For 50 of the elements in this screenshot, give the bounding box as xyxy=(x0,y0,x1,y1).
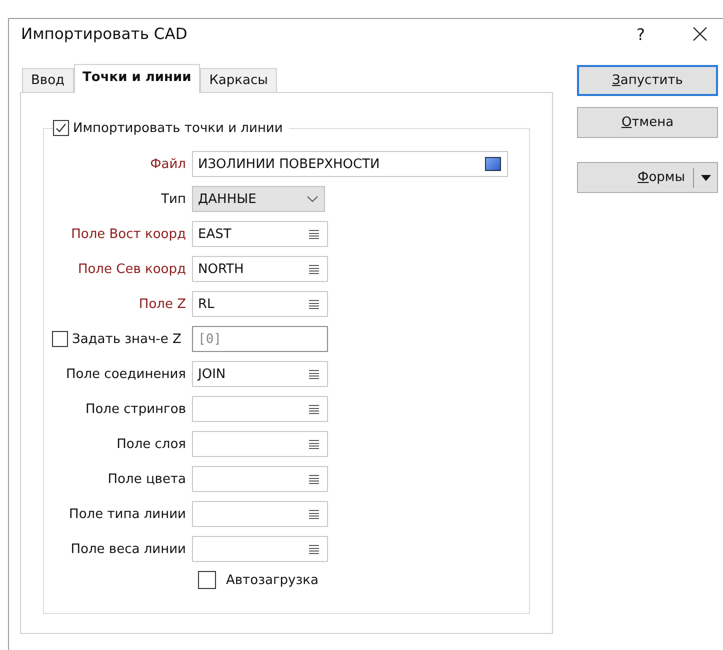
forms-button[interactable]: Формы xyxy=(577,162,718,193)
field-label: Поле цвета xyxy=(108,472,186,486)
field-input[interactable] xyxy=(192,536,328,562)
field-label: Поле стрингов xyxy=(85,402,186,416)
tab[interactable]: Ввод xyxy=(22,68,74,92)
list-icon[interactable] xyxy=(309,474,319,484)
checkbox[interactable] xyxy=(52,331,68,347)
tab[interactable]: Каркасы xyxy=(200,68,277,92)
checkbox[interactable] xyxy=(198,571,216,589)
list-icon[interactable] xyxy=(309,510,319,518)
field-input[interactable] xyxy=(192,466,328,492)
list-icon[interactable] xyxy=(309,370,319,378)
list-icon[interactable] xyxy=(309,440,319,448)
list-icon[interactable] xyxy=(309,544,319,554)
dialog-button[interactable]: Отмена xyxy=(577,107,718,138)
field-label: Поле соединения xyxy=(66,366,186,382)
file-field[interactable]: ИЗОЛИНИИ ПОВЕРХНОСТИ xyxy=(192,151,508,177)
window-title: Импортировать CAD xyxy=(21,25,188,43)
field-input[interactable]: NORTH xyxy=(192,256,328,282)
field-input[interactable] xyxy=(192,396,328,422)
z-value-field[interactable]: [0] xyxy=(192,326,328,352)
dropdown-arrow-icon[interactable] xyxy=(701,174,711,180)
field-input[interactable]: RL xyxy=(192,291,328,317)
field-input[interactable]: EAST xyxy=(192,221,328,247)
field-input[interactable]: JOIN xyxy=(192,361,328,387)
list-icon[interactable] xyxy=(309,230,319,238)
dialog-button[interactable]: Запустить xyxy=(577,65,718,96)
field-input[interactable] xyxy=(192,431,328,457)
field-label: Поле веса линии xyxy=(70,542,186,556)
field-input[interactable] xyxy=(192,501,328,527)
checkbox-label: Автозагрузка xyxy=(226,572,318,588)
file-browse-icon[interactable] xyxy=(485,157,501,171)
close-icon[interactable] xyxy=(693,27,707,41)
field-label: Поле типа линии xyxy=(69,506,186,522)
list-icon[interactable] xyxy=(309,404,319,414)
help-button[interactable]: ? xyxy=(636,24,645,44)
chevron-icon xyxy=(307,196,318,202)
field-label: Поле слоя xyxy=(116,436,186,452)
list-icon[interactable] xyxy=(309,300,319,308)
checkbox[interactable] xyxy=(53,120,69,136)
field-label: Тип xyxy=(161,192,186,206)
field-label: Поле Z xyxy=(138,296,186,312)
list-icon[interactable] xyxy=(309,264,319,274)
type-dropdown[interactable]: ДАННЫЕ xyxy=(192,186,325,212)
field-label: Файл xyxy=(150,156,186,172)
group-label: Импортировать точки и линии xyxy=(73,120,283,136)
field-label: Поле Вост коорд xyxy=(71,226,186,242)
checkbox-label: Задать знач-е Z xyxy=(72,332,182,346)
tab[interactable]: Точки и линии xyxy=(74,64,200,93)
field-label: Поле Сев коорд xyxy=(78,262,186,276)
